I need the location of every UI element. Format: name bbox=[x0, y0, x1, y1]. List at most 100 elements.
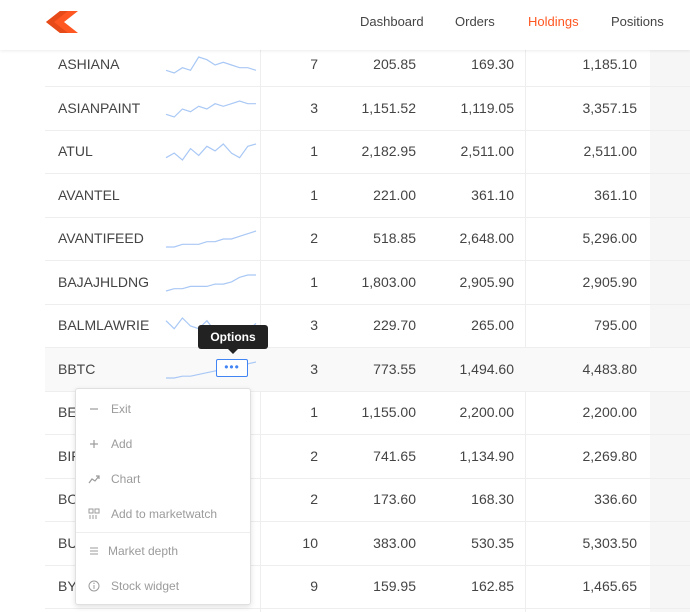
holding-symbol: BE bbox=[58, 404, 77, 420]
holding-ltp: 1,494.60 bbox=[459, 360, 515, 377]
holding-current-value: 2,905.90 bbox=[582, 273, 638, 290]
holding-qty: 1 bbox=[310, 143, 318, 159]
holding-ltp: 162.85 bbox=[471, 578, 514, 594]
holding-symbol: AVANTEL bbox=[58, 186, 120, 203]
sparkline-chart bbox=[166, 230, 257, 248]
plus-icon bbox=[90, 440, 98, 448]
holding-row[interactable]: BALMLAWRIE 3 229.70 265.00 795.00 bbox=[45, 304, 690, 348]
holding-ltp: 2,648.00 bbox=[459, 230, 515, 246]
holding-qty: 3 bbox=[310, 317, 318, 333]
nav-orders[interactable]: Orders bbox=[455, 14, 495, 29]
holding-avg-cost: 1,155.00 bbox=[361, 404, 417, 420]
options-tooltip: Options bbox=[198, 325, 268, 354]
holding-current-value: 336.60 bbox=[594, 491, 637, 507]
holding-ltp: 1,119.05 bbox=[460, 99, 514, 116]
holding-qty: 1 bbox=[310, 404, 318, 420]
options-button[interactable]: ••• bbox=[216, 359, 248, 377]
holding-qty: 9 bbox=[310, 578, 318, 594]
menu-label: Stock widget bbox=[111, 579, 180, 593]
holding-qty: 10 bbox=[302, 534, 318, 551]
sparkline-path bbox=[165, 99, 256, 118]
holding-current-value: 5,303.50 bbox=[582, 534, 638, 551]
sparkline-path bbox=[165, 273, 256, 292]
holding-current-value: 361.10 bbox=[594, 186, 637, 203]
holding-ltp: 265.00 bbox=[471, 317, 514, 333]
holding-avg-cost: 159.95 bbox=[373, 578, 416, 594]
menu-item-stock-widget[interactable]: Stock widget bbox=[76, 572, 250, 600]
holding-avg-cost: 1,803.00 bbox=[361, 273, 417, 290]
holding-current-value: 3,357.15 bbox=[582, 99, 638, 116]
holding-current-value: 2,269.80 bbox=[582, 447, 638, 464]
holding-current-value: 1,465.65 bbox=[582, 578, 638, 594]
sparkline-path bbox=[165, 56, 257, 74]
nav-positions[interactable]: Positions bbox=[611, 14, 664, 29]
sparkline-chart bbox=[165, 273, 256, 292]
menu-label: Chart bbox=[111, 472, 141, 486]
nav-holdings[interactable]: Holdings bbox=[528, 14, 579, 29]
holding-current-value: 2,200.00 bbox=[582, 404, 638, 420]
menu-item-chart[interactable]: Chart bbox=[76, 465, 250, 493]
holding-ltp: 530.35 bbox=[471, 534, 514, 551]
sparkline-chart bbox=[165, 99, 256, 118]
holding-qty: 1 bbox=[310, 186, 318, 203]
holding-qty: 2 bbox=[310, 491, 318, 507]
menu-item-market-depth[interactable]: Market depth bbox=[76, 537, 250, 565]
sparkline-chart bbox=[165, 143, 257, 161]
holding-avg-cost: 173.60 bbox=[373, 491, 416, 507]
holding-ltp: 2,200.00 bbox=[459, 404, 515, 420]
sparkline-path bbox=[165, 143, 257, 161]
holding-qty: 1 bbox=[310, 273, 318, 290]
holding-row[interactable]: ASIANPAINT 3 1,151.52 1,119.05 3,357.15 bbox=[45, 87, 690, 131]
menu-label: Add bbox=[111, 437, 133, 451]
holding-current-value: 2,511.00 bbox=[583, 143, 637, 159]
holding-ltp: 361.10 bbox=[471, 186, 514, 203]
menu-item-add-to-marketwatch[interactable]: Add to marketwatch bbox=[76, 500, 250, 528]
sparkline-chart bbox=[165, 56, 257, 74]
holding-row[interactable]: BAJAJHLDNG 1 1,803.00 2,905.90 2,905.90 bbox=[45, 261, 690, 305]
holding-avg-cost: 1,151.52 bbox=[361, 99, 417, 116]
options-menu: Exit Add Chart Add to marketwatch Market… bbox=[75, 388, 251, 605]
holding-avg-cost: 383.00 bbox=[373, 534, 416, 551]
menu-item-exit[interactable]: Exit bbox=[76, 395, 250, 423]
info-icon bbox=[88, 580, 100, 592]
menu-divider bbox=[76, 532, 250, 533]
holding-current-value: 5,296.00 bbox=[582, 230, 638, 246]
holding-ltp: 2,905.90 bbox=[459, 273, 515, 290]
holding-row[interactable]: ATUL 1 2,182.95 2,511.00 2,511.00 bbox=[45, 130, 690, 174]
holding-symbol: ATUL bbox=[58, 143, 93, 159]
holding-ltp: 168.30 bbox=[471, 491, 514, 507]
holding-avg-cost: 773.55 bbox=[373, 360, 416, 377]
holding-avg-cost: 741.65 bbox=[373, 447, 416, 464]
holding-row[interactable]: BBTC 3 773.55 1,494.60 4,483.80 bbox=[45, 347, 690, 392]
market-depth-icon bbox=[90, 547, 98, 555]
holding-symbol: BALMLAWRIE bbox=[58, 317, 150, 333]
menu-label: Exit bbox=[111, 402, 132, 416]
holding-avg-cost: 221.00 bbox=[373, 186, 416, 203]
holding-symbol: BBTC bbox=[58, 360, 96, 377]
trend-chart-icon bbox=[88, 475, 100, 484]
holding-symbol: BAJAJHLDNG bbox=[58, 273, 150, 290]
holding-ltp: 1,134.90 bbox=[459, 447, 515, 464]
holding-current-value: 4,483.80 bbox=[582, 360, 638, 377]
holding-row[interactable]: AVANTIFEED 2 518.85 2,648.00 5,296.00 bbox=[45, 217, 690, 261]
holding-avg-cost: 518.85 bbox=[373, 230, 416, 246]
holding-qty: 3 bbox=[310, 99, 318, 116]
holding-avg-cost: 2,182.95 bbox=[361, 143, 417, 159]
holding-symbol: AVANTIFEED bbox=[58, 230, 144, 246]
holding-qty: 2 bbox=[310, 230, 318, 246]
holding-row[interactable]: AVANTEL 1 221.00 361.10 361.10 bbox=[45, 174, 690, 218]
kite-logo-icon[interactable] bbox=[46, 11, 78, 33]
holding-qty: 2 bbox=[310, 447, 318, 464]
holding-symbol: ASIANPAINT bbox=[58, 99, 141, 116]
sparkline-path bbox=[166, 230, 257, 248]
top-navbar: Dashboard Orders Holdings Positions bbox=[0, 0, 690, 50]
holding-current-value: 795.00 bbox=[594, 317, 637, 333]
menu-item-add[interactable]: Add bbox=[76, 430, 250, 458]
nav-dashboard[interactable]: Dashboard bbox=[360, 14, 424, 29]
marketwatch-icon bbox=[88, 508, 100, 519]
holding-ltp: 2,511.00 bbox=[460, 143, 514, 159]
holding-symbol: BY bbox=[58, 578, 77, 594]
minus-icon bbox=[90, 408, 98, 410]
holding-qty: 3 bbox=[310, 360, 318, 377]
menu-label: Add to marketwatch bbox=[111, 507, 218, 521]
